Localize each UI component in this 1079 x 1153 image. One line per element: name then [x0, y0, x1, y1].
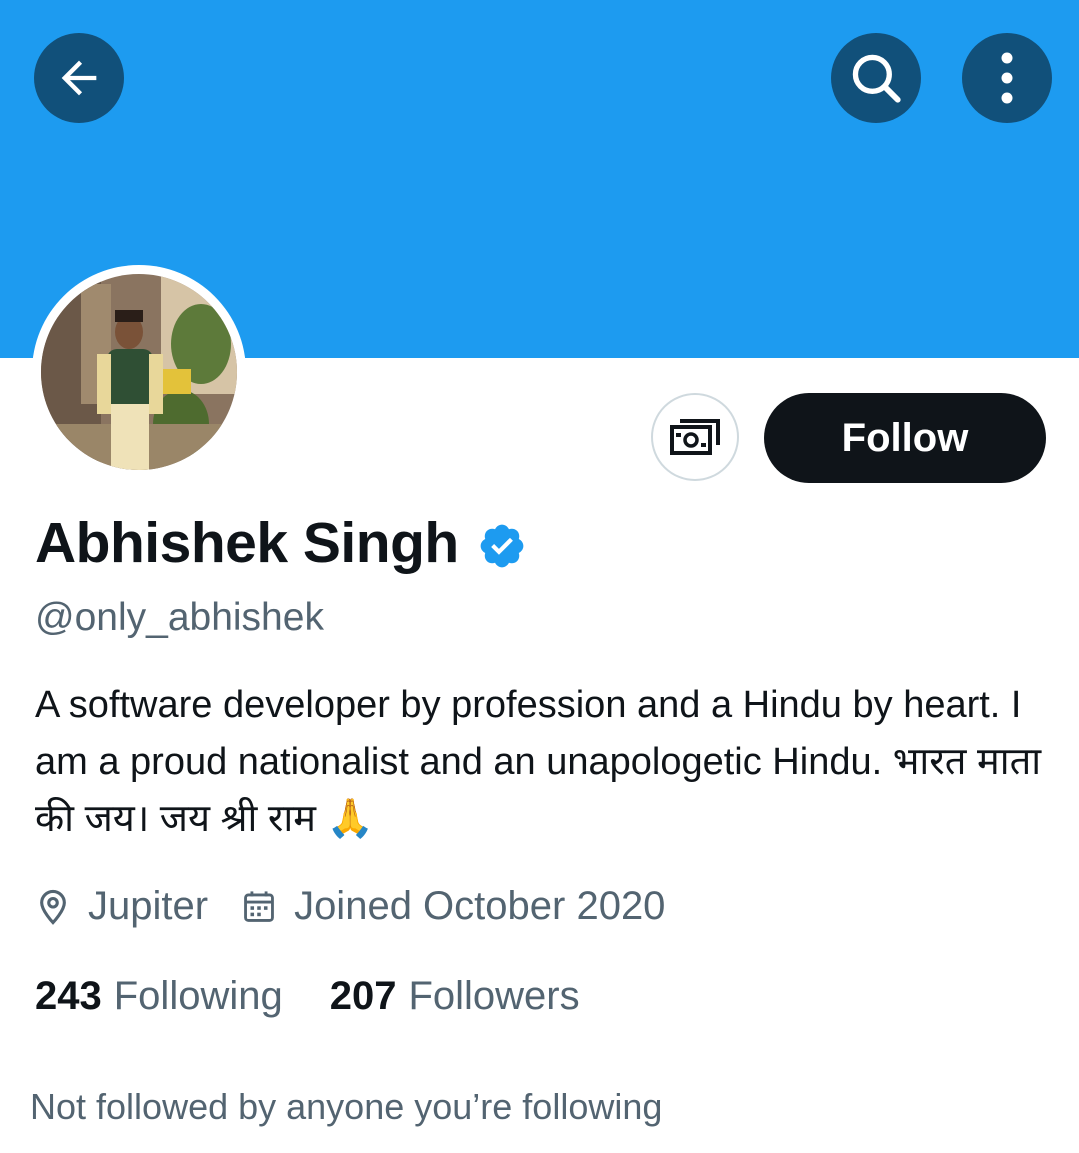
- money-tip-icon: [670, 419, 720, 455]
- search-icon: [852, 54, 901, 103]
- joined-date-text: Joined October 2020: [294, 884, 666, 928]
- more-vertical-icon: [1001, 52, 1013, 104]
- follow-stats: 243 Following 207 Followers: [35, 974, 580, 1019]
- joined-item: Joined October 2020: [242, 884, 665, 929]
- following-count: 243: [35, 974, 102, 1018]
- calendar-icon: [244, 890, 274, 922]
- profile-name-row: Abhishek Singh: [35, 510, 527, 576]
- avatar[interactable]: [41, 274, 237, 470]
- follow-button[interactable]: Follow: [764, 393, 1046, 483]
- tip-button[interactable]: [651, 393, 739, 481]
- followers-you-know-note[interactable]: Not followed by anyone you’re following: [30, 1086, 662, 1128]
- username-handle: @only_abhishek: [35, 596, 324, 639]
- location-item: Jupiter: [36, 884, 208, 929]
- following-label: Following: [113, 974, 283, 1018]
- location-text: Jupiter: [88, 884, 209, 928]
- verified-badge-icon[interactable]: [477, 521, 527, 571]
- display-name: Abhishek Singh: [35, 511, 459, 575]
- avatar-ring: [32, 265, 246, 479]
- arrow-left-icon: [61, 60, 97, 96]
- avatar-photo: [41, 274, 237, 470]
- followers-link[interactable]: 207 Followers: [330, 974, 580, 1019]
- following-link[interactable]: 243 Following: [35, 974, 283, 1019]
- followers-label: Followers: [408, 974, 580, 1018]
- back-button[interactable]: [34, 33, 124, 123]
- more-options-button[interactable]: [962, 33, 1052, 123]
- location-pin-icon: [40, 889, 66, 925]
- followers-count: 207: [329, 974, 397, 1018]
- profile-bio: A software developer by profession and a…: [35, 684, 1042, 840]
- profile-meta: Jupiter Joined October 2020: [36, 884, 665, 929]
- search-button[interactable]: [831, 33, 921, 123]
